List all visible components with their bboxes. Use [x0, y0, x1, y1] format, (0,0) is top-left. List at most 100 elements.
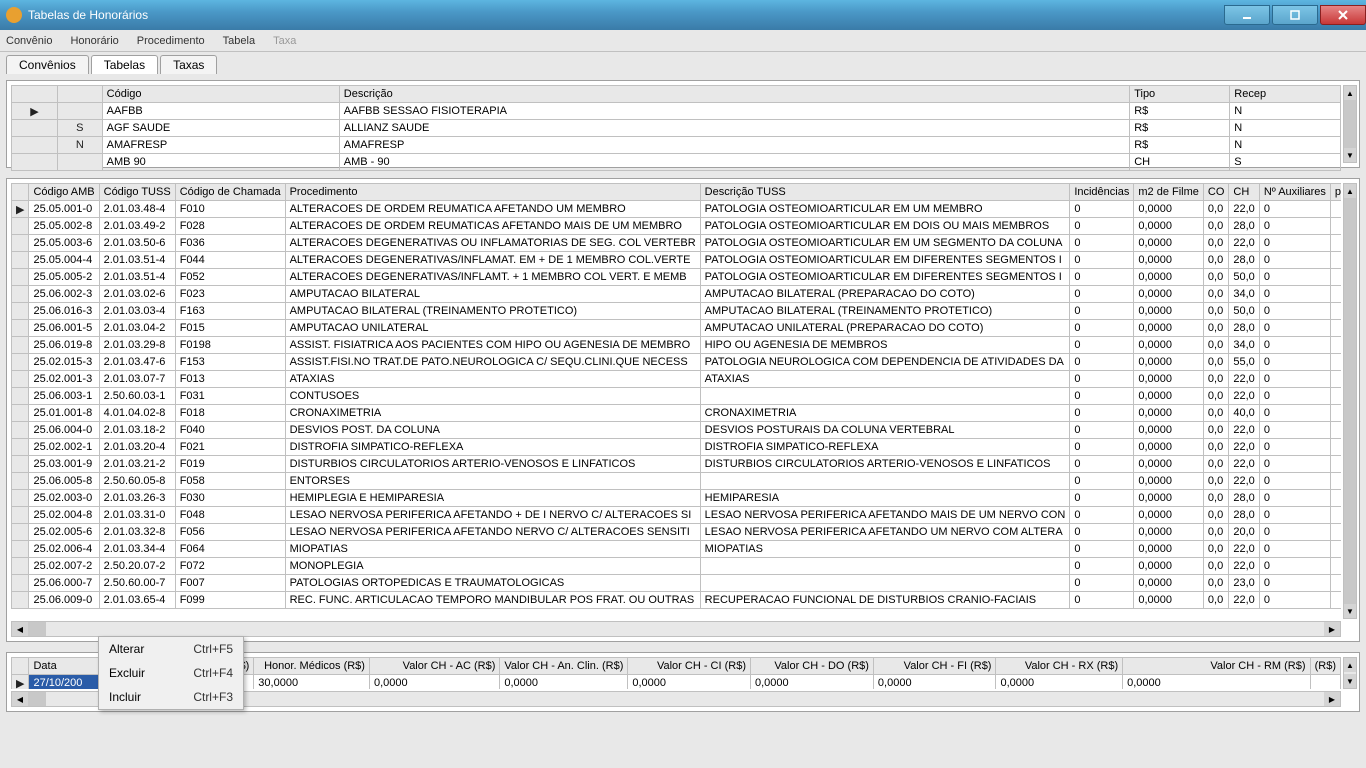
table-row[interactable]: 25.06.000-72.50.60.00-7F007PATOLOGIAS OR…	[12, 575, 1342, 592]
maximize-button[interactable]	[1272, 5, 1318, 25]
top-grid-vscroll[interactable]: ▲ ▼	[1343, 85, 1357, 163]
row-marker	[12, 235, 29, 252]
table-row[interactable]: 25.02.005-62.01.03.32-8F056LESAO NERVOSA…	[12, 524, 1342, 541]
table-row[interactable]: 25.06.004-02.01.03.18-2F040DESVIOS POST.…	[12, 422, 1342, 439]
table-cell: 0,0000	[1134, 405, 1204, 422]
tab-convenios[interactable]: Convênios	[6, 55, 89, 74]
column-header[interactable]	[12, 86, 58, 103]
column-header[interactable]: Código AMB	[29, 184, 99, 201]
table-row[interactable]: 25.02.004-82.01.03.31-0F048LESAO NERVOSA…	[12, 507, 1342, 524]
scrollbar-thumb[interactable]	[28, 622, 46, 636]
column-header[interactable]: Valor CH - An. Clin. (R$)	[500, 658, 628, 675]
menu-taxa[interactable]: Taxa	[273, 35, 296, 47]
table-row[interactable]: AMB 90AMB - 90CHS	[12, 154, 1341, 171]
table-cell: 0	[1259, 507, 1330, 524]
table-row[interactable]: ▶25.05.001-02.01.03.48-4F010ALTERACOES D…	[12, 201, 1342, 218]
table-row[interactable]: 25.02.006-42.01.03.34-4F064MIOPATIASMIOP…	[12, 541, 1342, 558]
menu-item-excluir[interactable]: Excluir Ctrl+F4	[99, 661, 243, 685]
table-row[interactable]: 25.06.016-32.01.03.03-4F163AMPUTACAO BIL…	[12, 303, 1342, 320]
table-row[interactable]: 25.06.005-82.50.60.05-8F058ENTORSES00,00…	[12, 473, 1342, 490]
row-marker	[12, 541, 29, 558]
tab-taxas[interactable]: Taxas	[160, 55, 217, 74]
column-header[interactable]: Código de Chamada	[175, 184, 285, 201]
window-title: Tabelas de Honorários	[28, 8, 1222, 22]
column-header[interactable]: CO	[1203, 184, 1229, 201]
table-cell: 0	[1259, 354, 1330, 371]
table-row[interactable]: 25.05.002-82.01.03.49-2F028ALTERACOES DE…	[12, 218, 1342, 235]
table-cell: 0,0000	[1134, 218, 1204, 235]
main-grid-hscroll[interactable]: ◀ ▶	[11, 621, 1341, 637]
table-cell: N	[1230, 137, 1341, 154]
scrollbar-thumb[interactable]	[1344, 198, 1356, 604]
column-header[interactable]: Descrição TUSS	[700, 184, 1070, 201]
table-row[interactable]: 25.05.005-22.01.03.51-4F052ALTERACOES DE…	[12, 269, 1342, 286]
column-header[interactable]: CH	[1229, 184, 1259, 201]
column-header[interactable]: Valor CH - RM (R$)	[1123, 658, 1310, 675]
column-header[interactable]: Incidências	[1070, 184, 1134, 201]
table-row[interactable]: 25.02.015-32.01.03.47-6F153ASSIST.FISI.N…	[12, 354, 1342, 371]
scrollbar-thumb[interactable]	[28, 692, 46, 706]
menu-procedimento[interactable]: Procedimento	[137, 35, 205, 47]
close-button[interactable]	[1320, 5, 1366, 25]
table-row[interactable]: 25.02.007-22.50.20.07-2F072MONOPLEGIA00,…	[12, 558, 1342, 575]
menu-honorario[interactable]: Honorário	[70, 35, 118, 47]
table-cell: ALTERACOES DEGENERATIVAS/INFLAMT. + 1 ME…	[285, 269, 700, 286]
table-row[interactable]: 25.06.009-02.01.03.65-4F099REC. FUNC. AR…	[12, 592, 1342, 609]
column-header[interactable]: Código	[102, 86, 339, 103]
table-cell: 0	[1070, 303, 1134, 320]
column-header[interactable]: m2 de Filme	[1134, 184, 1204, 201]
table-cell: AMPUTACAO UNILATERAL	[285, 320, 700, 337]
table-row[interactable]: 25.06.002-32.01.03.02-6F023AMPUTACAO BIL…	[12, 286, 1342, 303]
table-row[interactable]: 25.06.003-12.50.60.03-1F031CONTUSOES00,0…	[12, 388, 1342, 405]
menu-convenio[interactable]: Convênio	[6, 35, 52, 47]
table-row[interactable]: 25.01.001-84.01.04.02-8F018CRONAXIMETRIA…	[12, 405, 1342, 422]
main-grid[interactable]: Código AMBCódigo TUSSCódigo de ChamadaPr…	[11, 183, 1341, 609]
table-row[interactable]: NAMAFRESPAMAFRESPR$N	[12, 137, 1341, 154]
table-row[interactable]: 25.02.001-32.01.03.07-7F013ATAXIASATAXIA…	[12, 371, 1342, 388]
top-grid[interactable]: CódigoDescriçãoTipoRecep ▶AAFBBAAFBB SES…	[11, 85, 1341, 171]
column-header[interactable]: Código TUSS	[99, 184, 175, 201]
table-row[interactable]: 25.06.001-52.01.03.04-2F015AMPUTACAO UNI…	[12, 320, 1342, 337]
minimize-button[interactable]	[1224, 5, 1270, 25]
column-header[interactable]: Nº Auxiliares	[1259, 184, 1330, 201]
column-header[interactable]: Valor CH - FI (R$)	[873, 658, 996, 675]
column-header[interactable]: Valor CH - RX (R$)	[996, 658, 1123, 675]
column-header[interactable]: Descrição	[339, 86, 1129, 103]
table-row[interactable]: ▶AAFBBAAFBB SESSAO FISIOTERAPIAR$N	[12, 103, 1341, 120]
column-header[interactable]: Procedimento	[285, 184, 700, 201]
table-row[interactable]: SAGF SAUDEALLIANZ SAUDER$N	[12, 120, 1341, 137]
column-header[interactable]: Recep	[1230, 86, 1341, 103]
column-header[interactable]	[58, 86, 103, 103]
table-cell: 25.06.001-5	[29, 320, 99, 337]
column-header[interactable]: Valor CH - AC (R$)	[369, 658, 499, 675]
table-row[interactable]: 25.06.019-82.01.03.29-8F0198ASSIST. FISI…	[12, 337, 1342, 354]
table-cell: 25.06.003-1	[29, 388, 99, 405]
tabs: Convênios Tabelas Taxas	[0, 52, 1366, 74]
column-header[interactable]: (R$)	[1310, 658, 1340, 675]
table-row[interactable]: 25.05.004-42.01.03.51-4F044ALTERACOES DE…	[12, 252, 1342, 269]
table-cell: 2.01.03.29-8	[99, 337, 175, 354]
column-header[interactable]: Tipo	[1130, 86, 1230, 103]
table-row[interactable]: 25.02.002-12.01.03.20-4F021DISTROFIA SIM…	[12, 439, 1342, 456]
table-row[interactable]: 25.03.001-92.01.03.21-2F019DISTURBIOS CI…	[12, 456, 1342, 473]
menu-tabela[interactable]: Tabela	[223, 35, 255, 47]
table-cell	[1330, 252, 1341, 269]
column-header[interactable]: p	[1330, 184, 1341, 201]
scrollbar-thumb[interactable]	[1344, 100, 1356, 150]
column-header[interactable]: Valor CH - DO (R$)	[751, 658, 874, 675]
column-header[interactable]: Honor. Médicos (R$)	[254, 658, 370, 675]
bottom-grid-vscroll[interactable]: ▲ ▼	[1343, 657, 1357, 689]
table-row[interactable]: 25.05.003-62.01.03.50-6F036ALTERACOES DE…	[12, 235, 1342, 252]
table-cell: 0,0000	[1134, 490, 1204, 507]
table-cell: 0	[1070, 507, 1134, 524]
table-row[interactable]: 25.02.003-02.01.03.26-3F030HEMIPLEGIA E …	[12, 490, 1342, 507]
main-grid-vscroll[interactable]: ▲ ▼	[1343, 183, 1357, 619]
table-cell: F031	[175, 388, 285, 405]
menu-item-alterar[interactable]: Alterar Ctrl+F5	[99, 637, 243, 661]
table-cell: 0,0000	[1123, 675, 1310, 690]
tab-tabelas[interactable]: Tabelas	[91, 55, 158, 74]
column-header[interactable]: Data	[29, 658, 98, 675]
column-header[interactable]: Valor CH - CI (R$)	[628, 658, 751, 675]
menu-item-incluir[interactable]: Incluir Ctrl+F3	[99, 685, 243, 709]
table-cell: 20,0	[1229, 524, 1259, 541]
